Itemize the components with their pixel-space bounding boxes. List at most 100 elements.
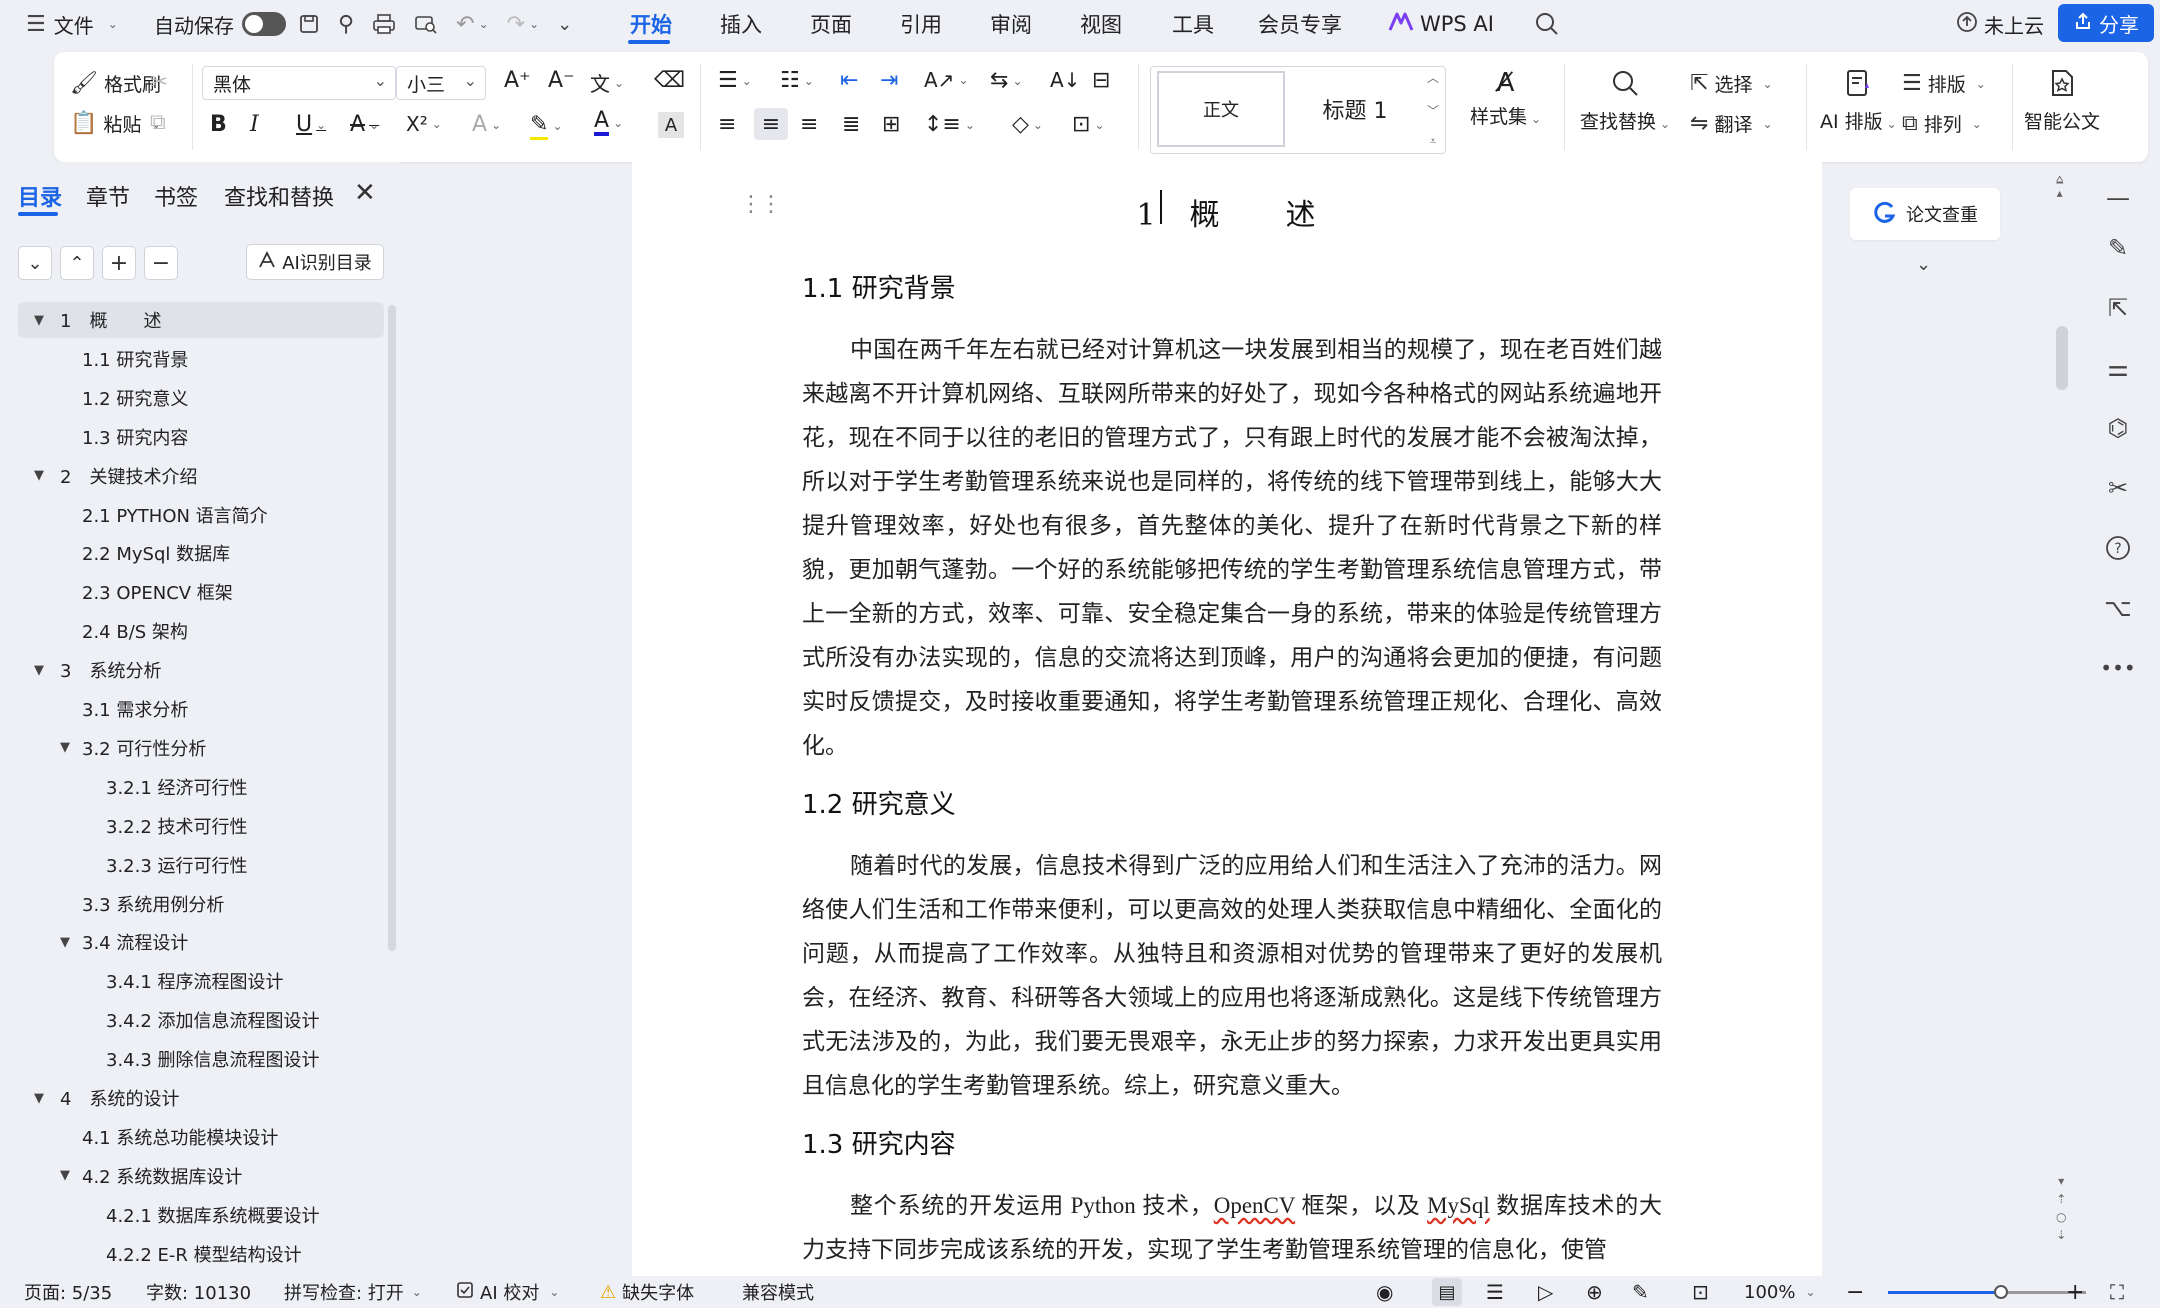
shrink-font-icon[interactable]: A⁻	[548, 68, 575, 93]
toc-item[interactable]: 3.2.3 运行可行性	[0, 847, 384, 883]
italic-icon[interactable]: I	[250, 112, 259, 137]
paragraph-shading-icon[interactable]: ◇ ⌄	[1012, 112, 1043, 137]
document-page[interactable]: ⋮⋮ 1 概 述 1.1 研究背景 中国在两千年左右就已经对计算机这一块发展到相…	[632, 162, 1822, 1276]
undo-icon[interactable]: ↶	[456, 12, 474, 37]
toc-item[interactable]: 3.2.2 技术可行性	[0, 808, 384, 844]
toc-item[interactable]: 3.2.1 经济可行性	[0, 769, 384, 805]
zoom-in-icon[interactable]: +	[2066, 1276, 2084, 1308]
expand-caret-icon[interactable]: ▼	[60, 740, 70, 755]
find-replace-button[interactable]: 查找替换 ⌄	[1580, 68, 1670, 134]
bullet-list-icon[interactable]: ☰ ⌄	[718, 68, 752, 93]
document-scrollbar-thumb[interactable]	[2056, 326, 2068, 390]
increase-indent-icon[interactable]: ⇥	[880, 68, 898, 93]
word-count[interactable]: 字数: 10130	[146, 1276, 251, 1308]
expand-caret-icon[interactable]: ▼	[60, 935, 70, 950]
tab-references[interactable]: 引用	[900, 0, 942, 48]
paste-button[interactable]: 📋 粘贴 ⌄	[70, 110, 161, 137]
arrange-button[interactable]: ⧉ 排列 ⌄	[1902, 110, 1982, 137]
play-icon[interactable]: ▷	[1538, 1276, 1553, 1308]
minimize-panel-icon[interactable]: —	[2100, 180, 2136, 216]
toc-item[interactable]: ▼ 4.2 系统数据库设计	[0, 1158, 384, 1194]
toc-item[interactable]: ▼ 3 系统分析	[0, 652, 384, 688]
align-left-icon[interactable]: ≡	[718, 112, 736, 137]
line-spacing-icon[interactable]: ↕≡ ⌄	[924, 112, 975, 137]
share-button[interactable]: 分享	[2058, 4, 2154, 42]
clear-format-icon[interactable]: ⌫	[654, 68, 685, 93]
expand-caret-icon[interactable]: ▼	[60, 1168, 70, 1183]
web-view-icon[interactable]: ⊕	[1586, 1276, 1603, 1308]
paper-check-button[interactable]: 论文查重	[1850, 188, 2000, 240]
shirt-icon[interactable]: ⌥	[2100, 590, 2136, 626]
page-nav-icons[interactable]: ▾ ⇡ ○ ⇣	[2056, 1172, 2066, 1244]
font-size-select[interactable]: 小三 ⌄	[396, 66, 486, 100]
expand-caret-icon[interactable]: ▼	[34, 468, 44, 483]
format-painter-button[interactable]: 🖌 格式刷	[70, 70, 161, 97]
toc-item[interactable]: 3.4.3 删除信息流程图设计	[0, 1041, 384, 1077]
add-heading-icon[interactable]: +	[102, 246, 136, 280]
tab-wps-ai[interactable]: WPS AI	[1388, 0, 1494, 48]
font-name-select[interactable]: 黑体 ⌄	[202, 66, 396, 100]
tab-review[interactable]: 审阅	[990, 0, 1032, 48]
scroll-top-icons[interactable]: ⩠ ▴	[2056, 172, 2063, 200]
sort-icon[interactable]: A↓	[1050, 68, 1080, 92]
ai-toc-button[interactable]: AI识别目录	[246, 244, 384, 280]
style-gallery-scroll[interactable]: ︿ ﹀ ⩡	[1423, 69, 1443, 149]
eye-protection-icon[interactable]: ◉	[1376, 1276, 1393, 1308]
distributed-align-icon[interactable]: ⊞	[882, 112, 900, 137]
toc-item[interactable]: 3.1 需求分析	[0, 691, 384, 727]
more-icon[interactable]: •••	[2100, 650, 2136, 686]
justify-icon[interactable]: ≣	[842, 112, 860, 137]
cursor-icon[interactable]: ⇱	[2100, 290, 2136, 326]
expand-gallery-icon[interactable]: ⩡	[1430, 134, 1437, 149]
collapse-all-icon[interactable]: ⌄	[18, 246, 52, 280]
tab-insert[interactable]: 插入	[720, 0, 762, 48]
toc-item[interactable]: 4.2.1 数据库系统概要设计	[0, 1197, 384, 1233]
tools-icon[interactable]: ✂	[2100, 470, 2136, 506]
page-view-icon[interactable]: ▤	[1432, 1278, 1462, 1306]
zoom-select[interactable]: 100% ⌄	[1744, 1276, 1816, 1308]
underline-icon[interactable]: U ⌄	[296, 112, 326, 137]
layout-button[interactable]: ☰ 排版 ⌄	[1902, 70, 1986, 97]
nav-scrollbar[interactable]	[388, 305, 396, 951]
grow-font-icon[interactable]: A⁺	[504, 68, 531, 93]
print-preview-icon[interactable]	[414, 13, 438, 35]
cut-icon[interactable]: ✂	[150, 70, 168, 95]
toc-item[interactable]: 1.2 研究意义	[0, 380, 384, 416]
toc-item[interactable]: ▼ 2 关键技术介绍	[0, 458, 384, 494]
show-marks-icon[interactable]: ⊟	[1092, 68, 1110, 93]
tab-view[interactable]: 视图	[1080, 0, 1122, 48]
align-center-icon[interactable]: ≡	[754, 108, 788, 140]
tab-member[interactable]: 会员专享	[1258, 0, 1342, 48]
toc-item[interactable]: 4.1 系统总功能模块设计	[0, 1119, 384, 1155]
nav-tab-bookmarks[interactable]: 书签	[154, 180, 198, 212]
style-normal[interactable]: 正文	[1157, 71, 1285, 147]
toc-item[interactable]: 4.2.2 E-R 模型结构设计	[0, 1236, 384, 1272]
close-icon[interactable]: ✕	[354, 178, 376, 208]
superscript-icon[interactable]: X² ⌄	[406, 112, 442, 136]
toc-item[interactable]: 1.3 研究内容	[0, 419, 384, 455]
share-link-icon[interactable]: ⚲	[338, 12, 354, 37]
toc-item[interactable]: ▼ 4 系统的设计	[0, 1080, 384, 1116]
char-shading-icon[interactable]: A	[658, 112, 684, 138]
redo-icon[interactable]: ↷	[507, 12, 525, 37]
zoom-slider[interactable]	[1888, 1285, 2086, 1299]
expand-up-icon[interactable]: ⌃	[60, 246, 94, 280]
fullscreen-icon[interactable]: ⛶	[2110, 1276, 2124, 1308]
save-icon[interactable]	[298, 13, 320, 35]
spelling-flagged-word[interactable]: MySql	[1427, 1193, 1490, 1218]
nav-tab-chapters[interactable]: 章节	[86, 180, 130, 212]
bold-icon[interactable]: B	[210, 112, 227, 137]
zoom-out-icon[interactable]: −	[1846, 1276, 1864, 1308]
fit-page-icon[interactable]: ⊡	[1692, 1276, 1709, 1308]
toc-item[interactable]: 2.3 OPENCV 框架	[0, 574, 384, 610]
pen-icon[interactable]: ✎	[2100, 230, 2136, 266]
print-icon[interactable]	[372, 13, 396, 35]
page-indicator[interactable]: 页面: 5/35	[24, 1276, 112, 1308]
toc-item[interactable]: ▼ 1 概 述	[18, 302, 384, 338]
borders-icon[interactable]: ⊡ ⌄	[1072, 112, 1105, 137]
undo-dropdown-icon[interactable]: ⌄	[479, 17, 489, 31]
expand-caret-icon[interactable]: ▼	[34, 313, 44, 328]
help-icon[interactable]: ?	[2100, 530, 2136, 566]
strikethrough-icon[interactable]: A ⌄	[350, 112, 379, 137]
phonetic-guide-icon[interactable]: 文 ⌄	[590, 68, 624, 97]
